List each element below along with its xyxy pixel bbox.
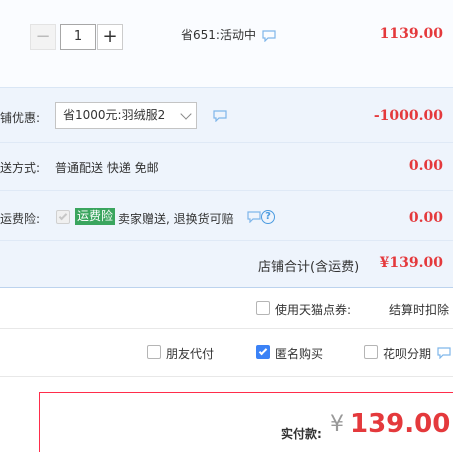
divider — [0, 328, 453, 329]
discount-selected-value: 省1000元:羽绒服2 — [63, 108, 166, 122]
friend-pay-checkbox[interactable] — [147, 345, 161, 359]
shop-total-amount: ¥139.00 — [379, 255, 443, 271]
order-item-row: − 1 + 省651:活动中 1139.00 — [0, 0, 453, 88]
promo-status-text: 省651:活动中 — [181, 28, 256, 42]
insurance-checkbox — [56, 210, 70, 224]
anonymous-purchase-label: 匿名购买 — [275, 347, 324, 361]
chat-bubble-icon[interactable] — [247, 211, 261, 223]
shop-discount-label: 铺优惠: — [0, 111, 41, 125]
insurance-description: 卖家赠送, 退换货可赔 — [118, 212, 234, 226]
chat-bubble-icon[interactable] — [213, 110, 227, 122]
use-points-label: 使用天猫点券: — [275, 303, 352, 317]
item-subtotal: 1139.00 — [379, 26, 443, 42]
chat-bubble-icon[interactable] — [437, 347, 451, 359]
currency-symbol: ¥ — [330, 412, 344, 437]
insurance-label: 运费险: — [0, 212, 41, 226]
shop-total-label: 店铺合计(含运费) — [258, 260, 360, 275]
quantity-input[interactable]: 1 — [60, 24, 96, 50]
anonymous-purchase-checkbox[interactable] — [256, 345, 270, 359]
payment-summary-box: 实付款: ¥ 139.00 — [39, 392, 453, 452]
insurance-badge: 运费险 — [75, 208, 116, 225]
huabei-installment-checkbox[interactable] — [364, 345, 378, 359]
payment-amount: 139.00 — [350, 409, 451, 439]
help-icon[interactable]: ? — [261, 210, 275, 224]
quantity-decrease-button[interactable]: − — [30, 24, 56, 50]
discount-amount: -1000.00 — [373, 108, 443, 124]
chevron-down-icon — [180, 108, 192, 120]
payment-label: 实付款: — [281, 427, 322, 441]
shipping-method-label: 送方式: — [0, 161, 41, 175]
huabei-installment-label: 花呗分期 — [383, 347, 432, 361]
shipping-amount: 0.00 — [408, 158, 443, 174]
shipping-method-value: 普通配送 快递 免邮 — [55, 161, 159, 175]
quantity-increase-button[interactable]: + — [97, 24, 123, 50]
divider — [0, 190, 453, 191]
use-points-checkbox[interactable] — [256, 301, 270, 315]
divider — [0, 376, 453, 377]
discount-select[interactable]: 省1000元:羽绒服2 — [55, 102, 197, 129]
insurance-amount: 0.00 — [408, 210, 443, 226]
divider — [0, 240, 453, 241]
divider — [0, 142, 453, 143]
chat-bubble-icon[interactable] — [262, 30, 276, 42]
points-deduct-note: 结算时扣除 — [389, 303, 450, 317]
friend-pay-label: 朋友代付 — [166, 347, 215, 361]
